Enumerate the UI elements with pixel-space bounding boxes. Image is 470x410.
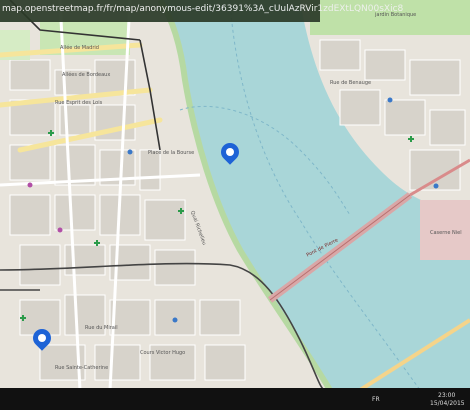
map-label-south-2: Cours Victor Hugo: [140, 350, 186, 356]
screen: jardin Botanique Allée de Madrid Allées …: [0, 0, 470, 410]
map-label-street-1: Allée de Madrid: [60, 45, 99, 51]
map-label-street-2: Allées de Bordeaux: [62, 72, 111, 78]
url-bar[interactable]: map.openstreetmap.fr/fr/map/anonymous-ed…: [0, 0, 403, 22]
map-label-street-3: Rue Esprit des Lois: [55, 100, 103, 106]
url-text[interactable]: map.openstreetmap.fr/fr/map/anonymous-ed…: [2, 4, 403, 14]
map-label-east-2: Caserne Niel: [430, 230, 462, 236]
taskbar-date[interactable]: 15/04/2015: [430, 400, 465, 407]
map-label-east-1: Rue de Benauge: [330, 80, 372, 86]
taskbar-lang[interactable]: FR: [372, 396, 380, 403]
map-canvas[interactable]: [0, 0, 470, 390]
taskbar-time[interactable]: 23:00: [438, 392, 455, 399]
map-label-square: Place de la Bourse: [148, 150, 195, 156]
taskbar: FR 23:00 15/04/2015: [0, 388, 470, 410]
map-label-south-1: Rue du Mirail: [85, 325, 118, 331]
map-label-south-3: Rue Sainte-Catherine: [55, 365, 109, 371]
